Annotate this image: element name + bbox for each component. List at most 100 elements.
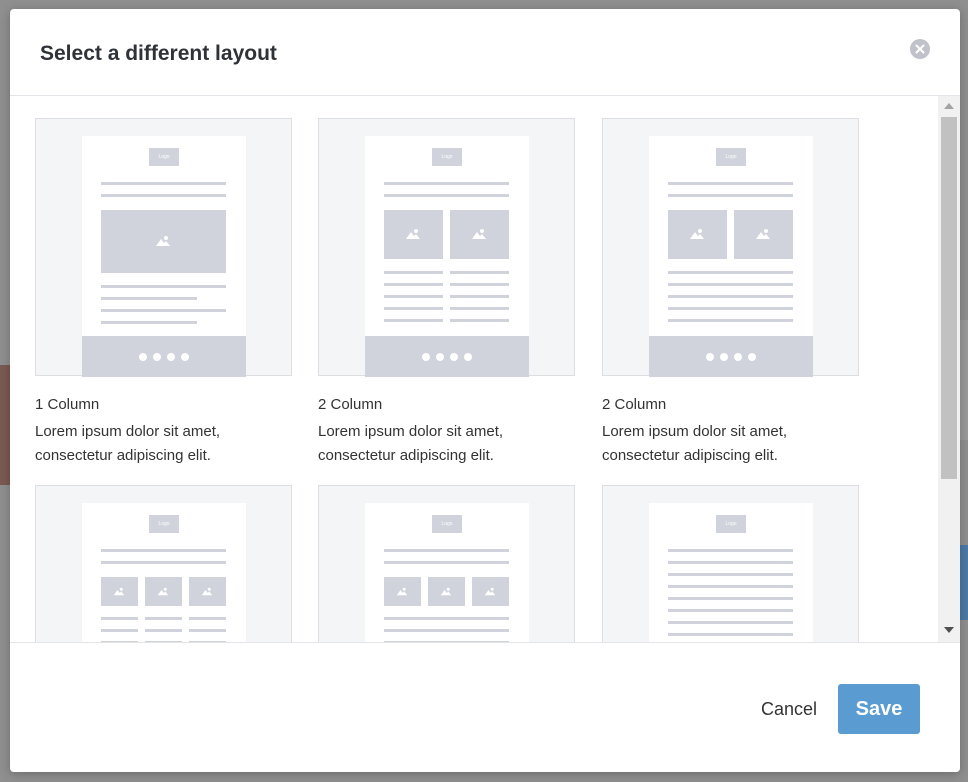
layout-title: 2 Column	[602, 396, 667, 413]
dot-icon	[153, 353, 161, 361]
thumbnail-footer	[649, 336, 813, 377]
vertical-scrollbar[interactable]	[938, 96, 960, 642]
text-line	[101, 182, 226, 185]
text-line	[668, 283, 793, 286]
text-line	[668, 621, 793, 624]
text-line	[145, 629, 182, 632]
text-line	[668, 585, 793, 588]
text-line	[384, 283, 443, 286]
text-line	[450, 283, 509, 286]
text-line	[450, 295, 509, 298]
text-line	[384, 295, 443, 298]
image-placeholder-icon	[101, 577, 138, 606]
layout-option-3-column-b[interactable]: Logo	[318, 485, 608, 642]
text-line	[101, 321, 197, 324]
layout-title: 2 Column	[318, 396, 383, 413]
image-placeholder-icon	[428, 577, 465, 606]
thumbnail-logo: Logo	[149, 148, 179, 166]
dot-icon	[139, 353, 147, 361]
text-line	[668, 194, 793, 197]
thumbnail-document: Logo	[649, 503, 813, 642]
text-line	[101, 194, 226, 197]
close-icon[interactable]	[910, 39, 930, 59]
text-line	[668, 549, 793, 552]
text-line	[384, 182, 509, 185]
text-line	[384, 617, 509, 620]
dot-icon	[422, 353, 430, 361]
dot-icon	[450, 353, 458, 361]
text-line	[668, 307, 793, 310]
layout-description: Lorem ipsum dolor sit amet, consectetur …	[35, 423, 221, 464]
text-line	[668, 295, 793, 298]
cancel-button[interactable]: Cancel	[755, 695, 823, 724]
layout-grid: Logo 1 Column Lorem ipsum dolor sit amet…	[10, 96, 960, 642]
dot-icon	[181, 353, 189, 361]
modal-footer: Cancel Save	[10, 642, 960, 772]
thumbnail-logo: Logo	[432, 515, 462, 533]
thumbnail-logo: Logo	[149, 515, 179, 533]
save-button[interactable]: Save	[838, 684, 920, 734]
layout-thumbnail[interactable]: Logo	[318, 118, 575, 377]
select-layout-modal: Select a different layout Logo 1 Column …	[10, 9, 960, 772]
image-placeholder-icon	[668, 210, 727, 259]
image-placeholder-icon	[734, 210, 793, 259]
dot-icon	[748, 353, 756, 361]
text-line	[384, 307, 443, 310]
layout-description: Lorem ipsum dolor sit amet, consectetur …	[318, 423, 504, 464]
thumbnail-document: Logo	[365, 136, 529, 377]
thumbnail-document: Logo	[82, 136, 246, 377]
modal-header: Select a different layout	[10, 9, 960, 96]
dot-icon	[734, 353, 742, 361]
text-line	[101, 549, 226, 552]
text-line	[668, 271, 793, 274]
layout-thumbnail[interactable]: Logo	[602, 485, 859, 642]
text-line	[668, 597, 793, 600]
layout-option-3-column-a[interactable]: Logo	[35, 485, 325, 642]
layout-thumbnail[interactable]: Logo	[35, 485, 292, 642]
scroll-down-icon[interactable]	[944, 627, 954, 633]
text-line	[145, 617, 182, 620]
text-line	[384, 194, 509, 197]
scroll-up-icon[interactable]	[944, 103, 954, 109]
image-placeholder-icon	[384, 210, 443, 259]
dot-icon	[720, 353, 728, 361]
text-line	[668, 182, 793, 185]
image-placeholder-icon	[145, 577, 182, 606]
text-line	[668, 561, 793, 564]
text-line	[450, 307, 509, 310]
text-line	[101, 309, 226, 312]
thumbnail-document: Logo	[365, 503, 529, 642]
image-placeholder-icon	[384, 577, 421, 606]
layout-thumbnail[interactable]: Logo	[35, 118, 292, 377]
text-line	[384, 549, 509, 552]
image-placeholder-icon	[189, 577, 226, 606]
layout-option-1-column[interactable]: Logo 1 Column Lorem ipsum dolor sit amet…	[35, 118, 325, 478]
layout-thumbnail[interactable]: Logo	[318, 485, 575, 642]
text-line	[189, 617, 226, 620]
text-line	[668, 609, 793, 612]
layout-option-text-only[interactable]: Logo	[602, 485, 892, 642]
text-line	[101, 285, 226, 288]
dot-icon	[436, 353, 444, 361]
text-line	[384, 319, 443, 322]
layout-description: Lorem ipsum dolor sit amet, consectetur …	[602, 423, 788, 464]
thumbnail-footer	[82, 336, 246, 377]
dot-icon	[167, 353, 175, 361]
layout-option-2-column-a[interactable]: Logo 2 Column Lorem ipsum dolor sit amet…	[318, 118, 608, 478]
text-line	[384, 629, 509, 632]
text-line	[101, 561, 226, 564]
layout-option-2-column-b[interactable]: Logo 2 Column Lorem ipsum dolor sit amet…	[602, 118, 892, 478]
thumbnail-logo: Logo	[432, 148, 462, 166]
text-line	[384, 271, 443, 274]
thumbnail-logo: Logo	[716, 515, 746, 533]
image-placeholder-icon	[450, 210, 509, 259]
layout-thumbnail[interactable]: Logo	[602, 118, 859, 377]
dot-icon	[706, 353, 714, 361]
text-line	[101, 297, 197, 300]
text-line	[668, 319, 793, 322]
thumbnail-footer	[365, 336, 529, 377]
layout-title: 1 Column	[35, 396, 100, 413]
text-line	[101, 617, 138, 620]
scroll-thumb[interactable]	[941, 117, 957, 479]
background-page-left-illustration	[0, 365, 10, 485]
